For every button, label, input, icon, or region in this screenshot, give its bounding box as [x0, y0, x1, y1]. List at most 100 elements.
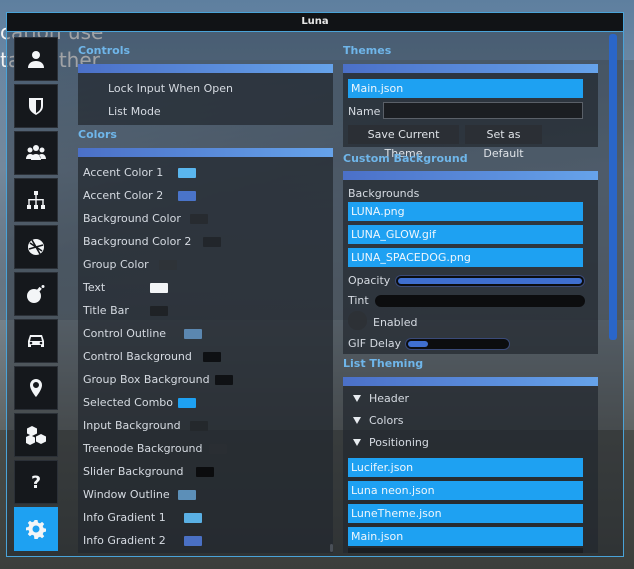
- colors-header-bar: [78, 148, 333, 157]
- question-icon: ?: [31, 473, 41, 492]
- nav-explosives-button[interactable]: [14, 272, 58, 316]
- gif-delay-slider[interactable]: [405, 338, 510, 350]
- color-swatch[interactable]: [184, 329, 202, 339]
- nav-help-button[interactable]: ?: [14, 460, 58, 504]
- user-icon: [28, 51, 44, 68]
- triangle-down-icon: [353, 439, 361, 446]
- color-item-label: Window Outline: [83, 488, 170, 501]
- nav-player-button[interactable]: [14, 37, 58, 81]
- color-swatch[interactable]: [215, 375, 233, 385]
- color-swatch[interactable]: [159, 260, 177, 270]
- color-item-label: Control Background: [83, 350, 192, 363]
- color-item-label: Accent Color 1: [83, 166, 164, 179]
- gear-icon: [26, 520, 46, 539]
- list-theming-title: List Theming: [343, 357, 424, 370]
- background-item[interactable]: LUNA.png: [348, 202, 583, 221]
- tree-node-label: Header: [369, 392, 410, 405]
- color-swatch[interactable]: [209, 444, 227, 454]
- tree-node-colors[interactable]: Colors: [353, 414, 403, 427]
- nav-settings-button[interactable]: [14, 507, 58, 551]
- side-nav: ?: [14, 37, 60, 554]
- color-item-label: Slider Background: [83, 465, 184, 478]
- custom-background-header-bar: [343, 171, 598, 180]
- color-item-label: Selected Combo: [83, 396, 174, 409]
- svg-text:?: ?: [31, 473, 41, 492]
- tree-node-header[interactable]: Header: [353, 392, 409, 405]
- colors-title: Colors: [78, 128, 117, 141]
- main-scrollbar-thumb[interactable]: [609, 34, 617, 340]
- color-item-label: Title Bar: [83, 304, 129, 317]
- nav-weapons-button[interactable]: [14, 225, 58, 269]
- nav-protection-button[interactable]: [14, 84, 58, 128]
- enabled-checkbox[interactable]: [348, 311, 367, 330]
- color-swatch[interactable]: [150, 306, 168, 316]
- users-group-icon: [26, 145, 46, 160]
- color-swatch[interactable]: [150, 283, 168, 293]
- tint-label: Tint: [348, 294, 369, 307]
- color-item-label: Info Gradient 2: [83, 534, 166, 547]
- tint-color-picker[interactable]: [375, 295, 585, 307]
- nav-objects-button[interactable]: [14, 413, 58, 457]
- tree-node-positioning[interactable]: Positioning: [353, 436, 429, 449]
- list-mode-toggle[interactable]: List Mode: [84, 103, 161, 120]
- color-item-label: Group Box Background: [83, 373, 210, 386]
- color-swatch[interactable]: [178, 191, 196, 201]
- color-item-label: Input Background: [83, 419, 181, 432]
- color-swatch[interactable]: [178, 398, 196, 408]
- map-pin-icon: [30, 379, 42, 397]
- color-swatch[interactable]: [203, 237, 221, 247]
- themes-title: Themes: [343, 44, 392, 57]
- gif-delay-label: GIF Delay: [348, 337, 402, 350]
- theme-selected-item[interactable]: Main.json: [348, 79, 583, 98]
- opacity-slider[interactable]: [395, 275, 585, 287]
- controls-header-bar: [78, 64, 333, 73]
- backgrounds-label: Backgrounds: [348, 187, 420, 200]
- background-item[interactable]: LUNA_GLOW.gif: [348, 225, 583, 244]
- controls-title: Controls: [78, 44, 131, 57]
- list-theme-item[interactable]: Luna neon.json: [348, 481, 583, 500]
- color-swatch[interactable]: [178, 490, 196, 500]
- opacity-slider-fill: [398, 278, 582, 284]
- themes-header-bar: [343, 64, 598, 73]
- lock-input-toggle[interactable]: Lock Input When Open: [84, 80, 233, 97]
- window-title[interactable]: Luna: [6, 12, 624, 32]
- list-mode-checkbox[interactable]: [84, 103, 101, 120]
- gif-delay-slider-fill: [408, 341, 428, 347]
- bomb-icon: [27, 285, 45, 303]
- color-item-label: Text: [83, 281, 106, 294]
- cubes-icon: [26, 426, 46, 445]
- theme-name-label: Name: [348, 105, 381, 118]
- colors-scrollbar[interactable]: [330, 544, 333, 552]
- nav-teleport-button[interactable]: [14, 366, 58, 410]
- triangle-down-icon: [353, 417, 361, 424]
- background-item[interactable]: LUNA_SPACEDOG.png: [348, 248, 583, 267]
- lock-input-label: Lock Input When Open: [108, 82, 234, 95]
- color-item-label: Treenode Background: [83, 442, 203, 455]
- tree-node-label: Colors: [369, 414, 404, 427]
- color-item-label: Group Color: [83, 258, 149, 271]
- color-swatch[interactable]: [203, 352, 221, 362]
- color-swatch[interactable]: [196, 467, 214, 477]
- list-theme-item[interactable]: Main.json: [348, 527, 583, 546]
- color-swatch[interactable]: [190, 214, 208, 224]
- list-mode-label: List Mode: [108, 105, 161, 118]
- theme-name-input[interactable]: [383, 102, 583, 119]
- tree-node-label: Positioning: [369, 436, 429, 449]
- custom-background-title: Custom Background: [343, 152, 468, 165]
- shield-icon: [29, 98, 43, 115]
- color-item-label: Control Outline: [83, 327, 167, 340]
- color-swatch[interactable]: [184, 536, 202, 546]
- list-theming-header-bar: [343, 377, 598, 386]
- nav-vehicle-button[interactable]: [14, 319, 58, 363]
- list-theme-item[interactable]: Lucifer.json: [348, 458, 583, 477]
- nav-players-button[interactable]: [14, 131, 58, 175]
- save-theme-button[interactable]: Save Current Theme: [348, 125, 459, 160]
- lock-input-checkbox[interactable]: [84, 80, 101, 97]
- list-theme-item[interactable]: LuneTheme.json: [348, 504, 583, 523]
- nav-network-button[interactable]: [14, 178, 58, 222]
- color-swatch[interactable]: [190, 421, 208, 431]
- set-default-button[interactable]: Set as Default: [465, 125, 542, 160]
- color-swatch[interactable]: [184, 513, 202, 523]
- enabled-toggle[interactable]: Enabled: [348, 311, 417, 330]
- color-swatch[interactable]: [178, 168, 196, 178]
